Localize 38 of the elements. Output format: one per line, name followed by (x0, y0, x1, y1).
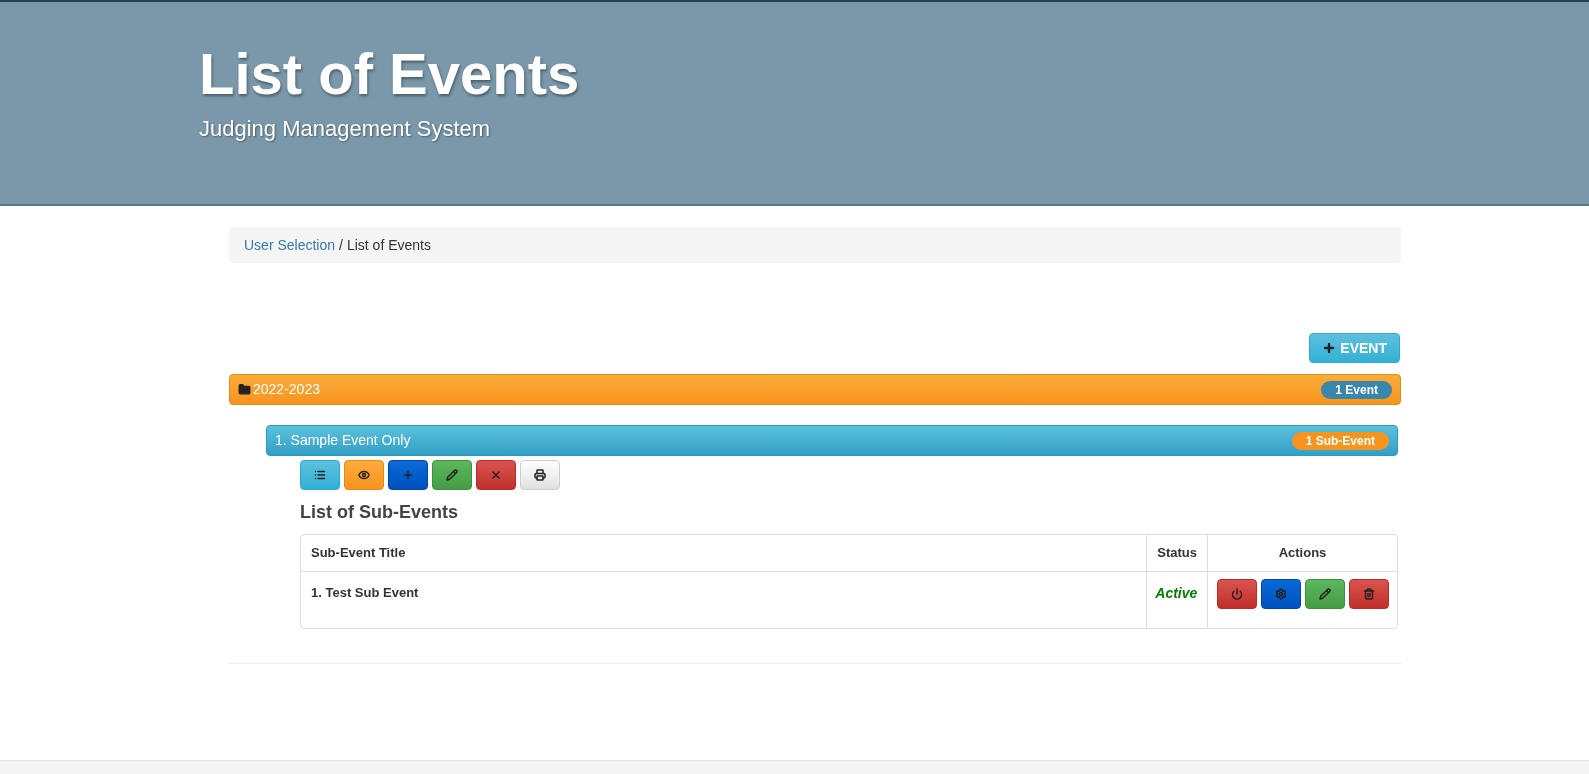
gear-icon (1274, 588, 1287, 600)
column-header: Sub-Event Title (301, 535, 1147, 572)
table-cell-text: 1. Test Sub Event (310, 584, 420, 602)
page-title: List of Events (199, 42, 581, 106)
event-count-badge: 1 Event (1321, 380, 1392, 399)
edit-button[interactable] (1304, 579, 1345, 609)
event-bar[interactable]: 1. Sample Event Only 1 Sub-Event (266, 425, 1398, 456)
printer-icon (534, 469, 546, 481)
plus-icon (402, 469, 414, 481)
column-header: Status (1146, 535, 1207, 572)
eye-icon (358, 469, 370, 481)
power-button[interactable] (1216, 579, 1257, 609)
sub-events-heading: List of Sub-Events (300, 501, 459, 524)
pencil-icon (1318, 588, 1331, 600)
pencil-icon (446, 469, 458, 481)
page-subtitle: Judging Management System (199, 114, 492, 143)
folder-label: 2022-2023 (253, 380, 321, 399)
close-icon (490, 469, 502, 481)
breadcrumb-link[interactable]: User Selection (244, 234, 336, 256)
column-header: Actions (1207, 535, 1397, 572)
event-label: 1. Sample Event Only (275, 431, 412, 450)
delete-button[interactable] (1348, 579, 1389, 609)
plus-icon (1322, 341, 1337, 355)
trash-icon (1362, 588, 1375, 600)
print-button[interactable] (520, 460, 560, 490)
folder-icon (238, 383, 251, 396)
status-cell: Active (1146, 572, 1207, 628)
settings-button[interactable] (1260, 579, 1301, 609)
list-button[interactable] (300, 460, 340, 490)
power-icon (1230, 588, 1243, 600)
sub-event-count-badge: 1 Sub-Event (1291, 431, 1389, 450)
folder-bar[interactable]: 2022-2023 1 Event (229, 374, 1401, 405)
add-event-button[interactable]: EVENT (1309, 333, 1400, 363)
breadcrumb-separator: / (339, 235, 343, 255)
breadcrumb-current: List of Events (346, 235, 431, 255)
edit-button[interactable] (432, 460, 472, 490)
view-button[interactable] (344, 460, 384, 490)
list-icon (314, 469, 326, 481)
